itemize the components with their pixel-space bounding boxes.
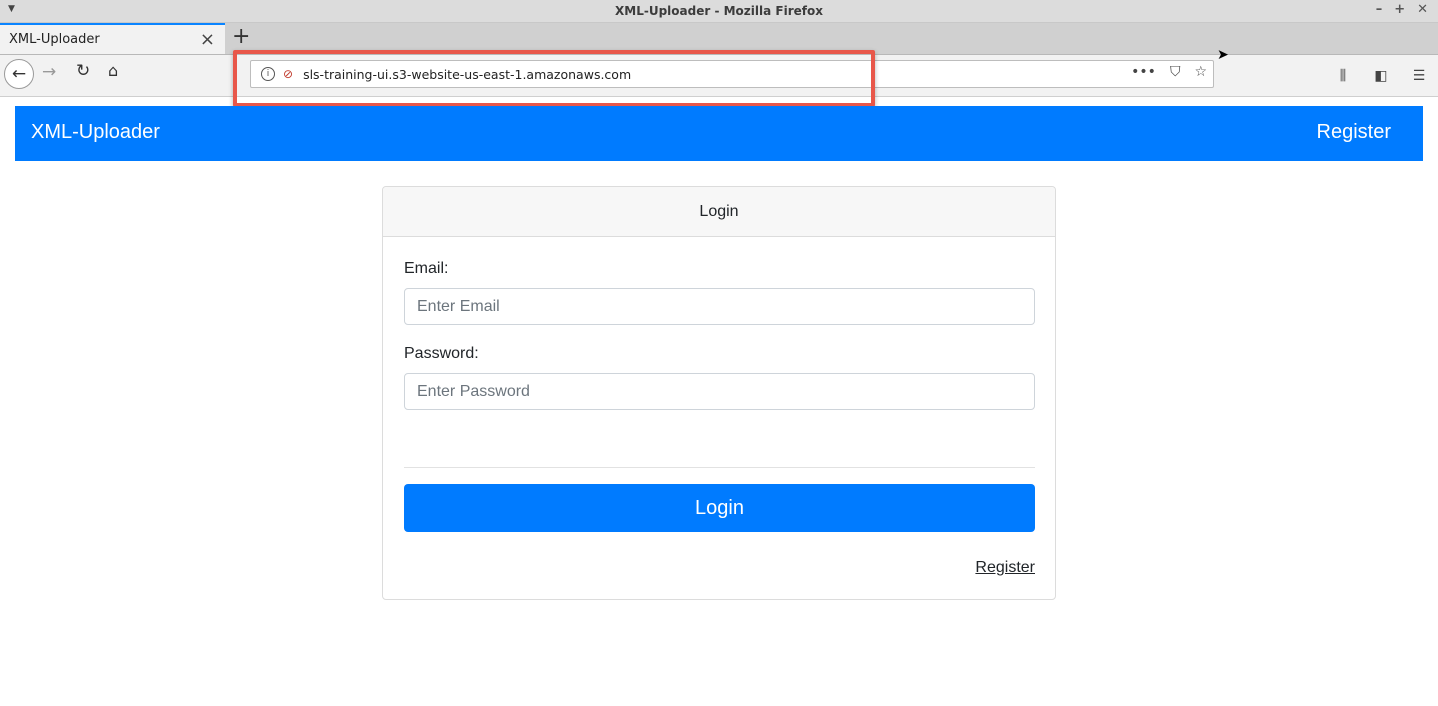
email-input[interactable] (404, 288, 1035, 325)
email-label: Email: (404, 260, 449, 277)
password-label: Password: (404, 345, 479, 362)
maximize-icon[interactable]: + (1394, 2, 1405, 17)
navbar-register-link[interactable]: Register (1317, 121, 1391, 144)
minimize-icon[interactable]: – (1376, 2, 1383, 17)
url-actions: ••• ⛉ ☆ (1131, 64, 1207, 80)
window-titlebar: ▼ XML-Uploader - Mozilla Firefox – + ✕ (0, 0, 1438, 23)
login-button[interactable]: Login (404, 484, 1035, 532)
library-icon[interactable]: ⫼ (1324, 68, 1362, 84)
bookmark-star-icon[interactable]: ☆ (1194, 64, 1207, 80)
site-info-icon[interactable]: i (261, 67, 275, 81)
window-controls: – + ✕ (1376, 2, 1428, 17)
new-tab-icon[interactable]: + (232, 24, 250, 49)
insecure-connection-icon: ⊘ (283, 67, 294, 81)
tab-close-icon[interactable]: × (200, 29, 215, 50)
tab-label: XML-Uploader (9, 32, 100, 47)
window-menu-icon[interactable]: ▼ (8, 4, 15, 14)
forward-arrow-icon[interactable]: → (42, 62, 56, 82)
close-window-icon[interactable]: ✕ (1417, 2, 1428, 17)
url-bar[interactable]: i ⊘ sls-training-ui.s3-website-us-east-1… (250, 60, 1214, 88)
toolbar-right: ⫼ ◧ ☰ (1324, 55, 1438, 96)
back-arrow-icon[interactable]: ← (4, 59, 34, 89)
sidebar-icon[interactable]: ◧ (1362, 68, 1400, 84)
password-input[interactable] (404, 373, 1035, 410)
url-text[interactable]: sls-training-ui.s3-website-us-east-1.ama… (303, 67, 631, 82)
hamburger-menu-icon[interactable]: ☰ (1400, 68, 1438, 84)
form-divider (404, 467, 1035, 468)
login-card: Login Email: Password: Login Register (382, 186, 1056, 600)
pocket-icon[interactable]: ⛉ (1170, 64, 1181, 80)
tab-xml-uploader[interactable]: XML-Uploader × (0, 23, 225, 54)
login-card-header: Login (383, 187, 1055, 237)
register-link[interactable]: Register (975, 559, 1035, 577)
app-navbar: XML-Uploader Register (15, 106, 1423, 161)
reload-icon[interactable]: ↻ (76, 61, 90, 81)
window-title: XML-Uploader - Mozilla Firefox (615, 4, 823, 18)
mouse-cursor-icon: ➤ (1217, 46, 1229, 62)
home-icon[interactable]: ⌂ (108, 61, 118, 80)
page-actions-icon[interactable]: ••• (1131, 64, 1156, 80)
app-brand[interactable]: XML-Uploader (31, 121, 160, 144)
